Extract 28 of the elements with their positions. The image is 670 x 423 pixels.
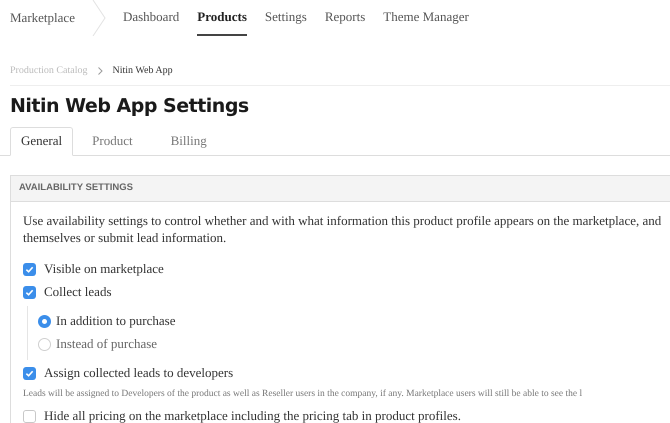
nav-tab[interactable]: Dashboard	[122, 0, 180, 36]
radio-button[interactable]	[38, 314, 51, 328]
help-text: Leads will be assigned to Developers of the product as well as Reseller users in the company, if any. Marketplace users will still be able to see the l	[23, 388, 584, 402]
checkbox-label: Assign collected leads to developers	[44, 364, 234, 382]
nav-tab[interactable]: Products	[197, 0, 247, 36]
checkbox[interactable]	[23, 286, 36, 298]
radio-label: Instead of purchase	[56, 335, 158, 354]
description-text: Use availability settings to control whether and with what information this product profile appears on the marketplace, and themselves or submit lead information.	[23, 212, 662, 246]
radio-button[interactable]	[38, 338, 51, 350]
nav-tab[interactable]: Settings	[264, 0, 307, 36]
checkbox[interactable]	[23, 366, 36, 380]
breadcrumb-item: Nitin Web App	[112, 64, 173, 78]
page-title: Nitin Web App Settings	[9, 94, 250, 119]
checkbox[interactable]	[23, 410, 36, 422]
tab[interactable]: Product	[73, 126, 152, 156]
tab[interactable]: Billing	[152, 126, 226, 156]
brand-link[interactable]: Marketplace	[10, 8, 75, 28]
checkbox-label: Visible on marketplace	[44, 260, 164, 278]
radio-label: In addition to purchase	[56, 312, 176, 330]
checkbox[interactable]	[23, 262, 36, 276]
panel-header: AVAILABILITY SETTINGS	[11, 176, 670, 202]
nav-tab[interactable]: Reports	[324, 0, 366, 36]
nav-tab[interactable]: Theme Manager	[383, 0, 469, 36]
checkbox-label: Collect leads	[44, 283, 112, 302]
tab[interactable]: General	[10, 126, 74, 156]
checkbox-label: Hide all pricing on the marketplace including the pricing tab in product profiles.	[44, 407, 461, 423]
chevron-icon	[98, 66, 102, 74]
chevron-divider-icon	[90, 0, 107, 36]
